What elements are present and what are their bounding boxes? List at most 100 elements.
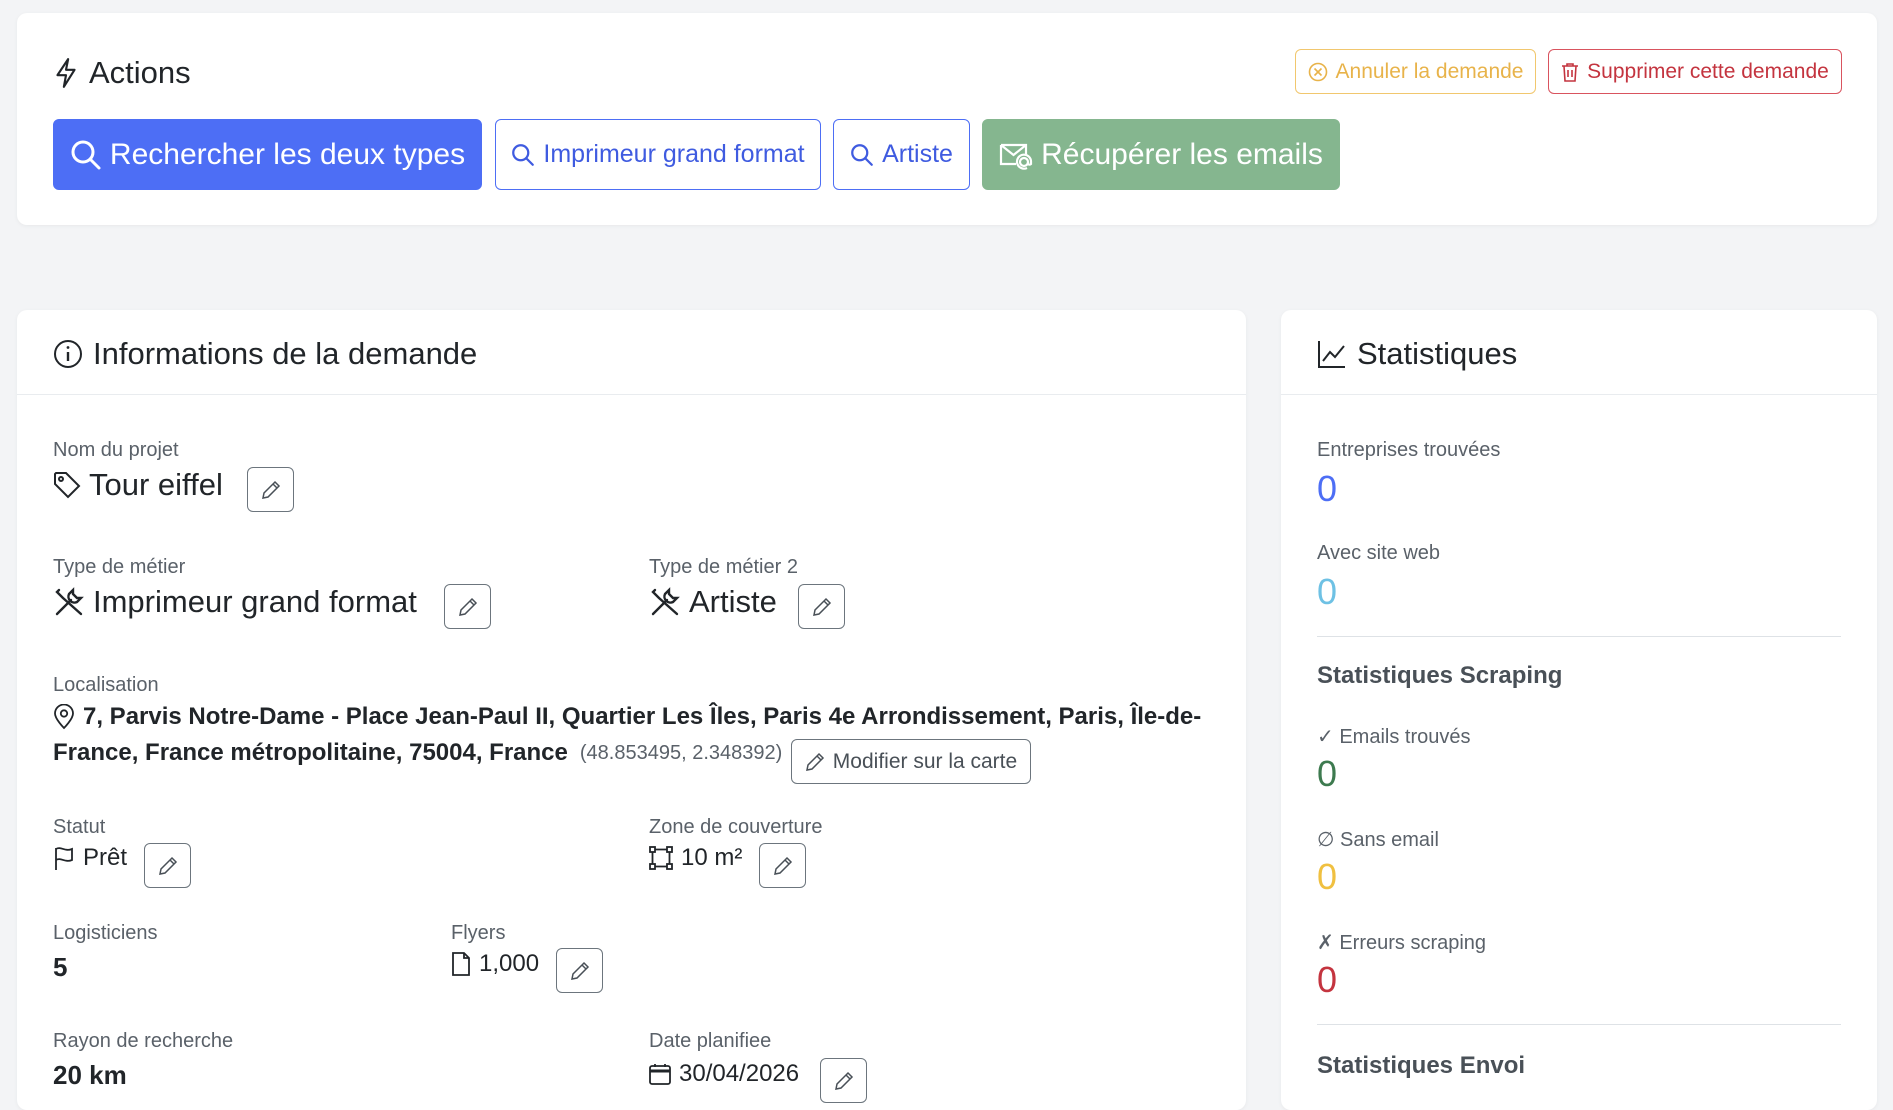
pencil-icon — [570, 961, 589, 980]
edit-planned-date-button[interactable] — [820, 1058, 867, 1103]
emails-found-count: 0 — [1317, 753, 1338, 794]
logisticians: 5 — [53, 952, 68, 982]
job-type-text: Imprimeur grand format — [93, 584, 417, 619]
divider — [1317, 636, 1841, 637]
actions-title-text: Actions — [89, 55, 191, 90]
location-line2: France, France métropolitaine, 75004, Fr… — [53, 739, 782, 767]
actions-card: Actions Annuler la demande Supprimer cet… — [17, 13, 1877, 225]
project-name: Tour eiffel — [53, 467, 223, 503]
edit-on-map-button[interactable]: Modifier sur la carte — [791, 739, 1031, 784]
info-circle-icon — [54, 340, 82, 368]
with-website-label: Avec site web — [1317, 542, 1441, 564]
line-chart-icon — [1318, 341, 1345, 368]
statistics-title: Statistiques — [1317, 336, 1517, 372]
location-line1: 7, Parvis Notre-Dame - Place Jean-Paul I… — [53, 703, 1201, 731]
divider — [17, 394, 1246, 395]
search-printer-button[interactable]: Imprimeur grand format — [495, 119, 821, 190]
planned-date: 30/04/2026 — [649, 1060, 799, 1088]
lightning-icon — [56, 58, 76, 88]
search-icon — [71, 140, 101, 169]
job-type2-label: Type de métier 2 — [649, 556, 798, 578]
edit-job-type2-button[interactable] — [798, 584, 845, 629]
location-label: Localisation — [53, 674, 159, 696]
pencil-icon — [812, 597, 831, 616]
flyers: 1,000 — [451, 950, 539, 978]
search-radius: 20 km — [53, 1060, 127, 1090]
coverage-label: Zone de couverture — [649, 816, 823, 838]
fetch-emails-label: Récupérer les emails — [1041, 137, 1323, 171]
envelope-at-icon — [1000, 143, 1033, 170]
flag-icon — [55, 847, 73, 870]
job-type-label: Type de métier — [53, 556, 186, 578]
companies-found-count: 0 — [1317, 468, 1338, 509]
pencil-icon — [458, 597, 477, 616]
sending-stats-heading: Statistiques Envoi — [1317, 1052, 1526, 1079]
bounding-box-icon — [649, 846, 673, 870]
statistics-card: Statistiques Entreprises trouvées 0 Avec… — [1281, 310, 1877, 1110]
delete-request-button[interactable]: Supprimer cette demande — [1548, 49, 1842, 94]
search-both-types-label: Rechercher les deux types — [109, 137, 466, 171]
status-text: Prêt — [83, 844, 128, 871]
location-coordinates: (48.853495, 2.348392) — [579, 741, 783, 764]
calendar-icon — [649, 1064, 671, 1085]
file-icon — [452, 952, 470, 976]
coverage: 10 m² — [649, 844, 742, 872]
no-email-count: 0 — [1317, 856, 1338, 897]
cancel-request-label: Annuler la demande — [1335, 59, 1524, 83]
request-info-title: Informations de la demande — [53, 336, 477, 372]
project-name-label: Nom du projet — [53, 439, 179, 461]
edit-flyers-button[interactable] — [556, 948, 603, 993]
status: Prêt — [53, 844, 127, 872]
coverage-text: 10 m² — [681, 844, 743, 871]
status-label: Statut — [53, 816, 106, 838]
pencil-icon — [158, 856, 177, 875]
fetch-emails-button[interactable]: Récupérer les emails — [982, 119, 1340, 190]
map-pin-icon — [54, 704, 74, 730]
planned-date-text: 30/04/2026 — [679, 1060, 800, 1087]
location-line1-text: 7, Parvis Notre-Dame - Place Jean-Paul I… — [83, 703, 1202, 730]
tag-icon — [54, 472, 81, 499]
pencil-icon — [834, 1071, 853, 1090]
flyers-text: 1,000 — [479, 950, 540, 977]
scraping-stats-heading: Statistiques Scraping — [1317, 662, 1563, 689]
no-email-label: ∅ Sans email — [1317, 829, 1439, 851]
edit-status-button[interactable] — [144, 843, 191, 888]
job-type2: Artiste — [649, 584, 777, 620]
tools-icon — [651, 587, 680, 616]
search-icon — [512, 143, 535, 166]
edit-project-name-button[interactable] — [247, 467, 294, 512]
logisticians-label: Logisticiens — [53, 922, 158, 944]
project-name-text: Tour eiffel — [89, 467, 223, 502]
request-info-card: Informations de la demande Nom du projet… — [17, 310, 1246, 1110]
with-website-count: 0 — [1317, 571, 1338, 612]
scraping-errors-label: ✗ Erreurs scraping — [1317, 932, 1487, 954]
job-type: Imprimeur grand format — [53, 584, 417, 620]
divider — [1281, 394, 1877, 395]
search-artist-button[interactable]: Artiste — [833, 119, 970, 190]
pencil-icon — [261, 480, 280, 499]
edit-coverage-button[interactable] — [759, 843, 806, 888]
pencil-icon — [773, 856, 792, 875]
search-radius-label: Rayon de recherche — [53, 1030, 234, 1052]
edit-job-type-button[interactable] — [444, 584, 491, 629]
cancel-request-button[interactable]: Annuler la demande — [1295, 49, 1536, 94]
divider — [1317, 1024, 1841, 1025]
location-line2-text: France, France métropolitaine, 75004, Fr… — [53, 739, 568, 766]
statistics-title-text: Statistiques — [1357, 336, 1518, 371]
search-icon — [851, 143, 873, 166]
tools-icon — [55, 587, 84, 616]
trash-icon — [1562, 62, 1579, 82]
planned-date-label: Date planifiee — [649, 1030, 772, 1052]
request-info-title-text: Informations de la demande — [93, 336, 478, 371]
scraping-errors-count: 0 — [1317, 959, 1338, 1000]
search-artist-label: Artiste — [882, 140, 953, 168]
search-printer-label: Imprimeur grand format — [543, 140, 805, 168]
search-both-types-button[interactable]: Rechercher les deux types — [53, 119, 482, 190]
actions-title: Actions — [53, 55, 191, 91]
job-type2-text: Artiste — [689, 584, 777, 619]
delete-request-label: Supprimer cette demande — [1587, 59, 1829, 83]
emails-found-label: ✓ Emails trouvés — [1317, 726, 1471, 748]
companies-found-label: Entreprises trouvées — [1317, 439, 1501, 461]
flyers-label: Flyers — [451, 922, 506, 944]
edit-on-map-label: Modifier sur la carte — [832, 749, 1018, 773]
